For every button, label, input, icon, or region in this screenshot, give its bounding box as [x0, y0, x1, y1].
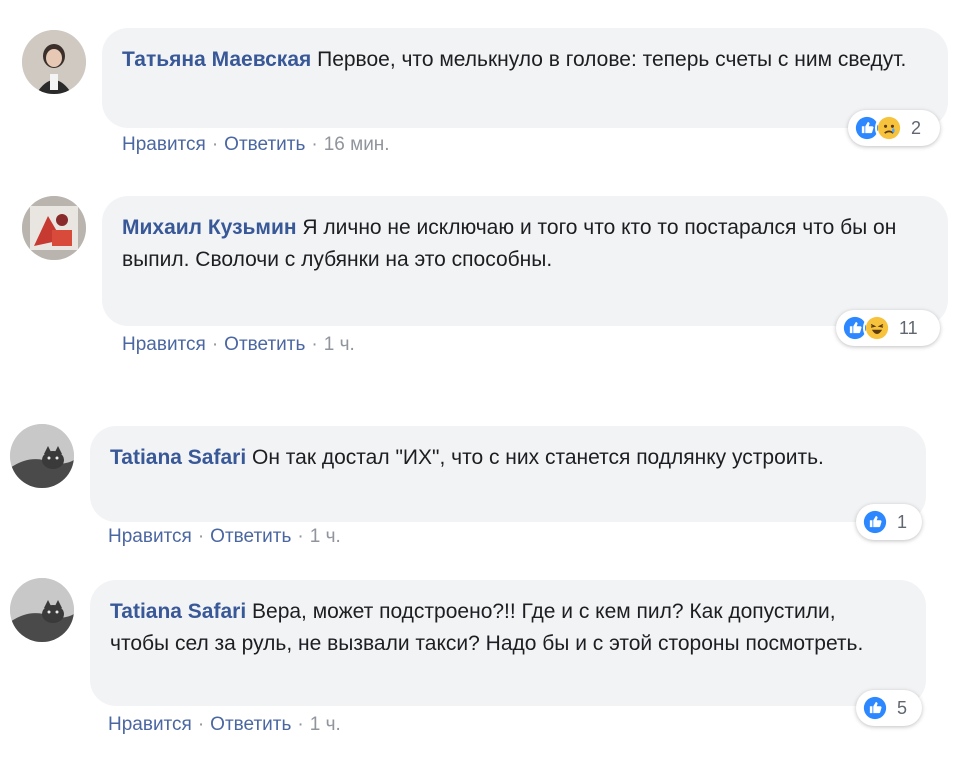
like-link[interactable]: Нравится: [122, 134, 206, 155]
comment-bubble: Tatiana Safari Он так достал "ИХ", что с…: [90, 426, 926, 522]
like-icon: [861, 508, 889, 536]
haha-icon: [863, 314, 891, 342]
comment-author[interactable]: Михаил Кузьмин: [122, 216, 297, 239]
reaction-count: 11: [899, 317, 918, 338]
separator-dot: ·: [297, 526, 304, 547]
comment-timestamp[interactable]: 1 ч.: [324, 334, 355, 355]
separator-dot: ·: [197, 526, 205, 547]
comment-author[interactable]: Tatiana Safari: [110, 446, 246, 469]
comment-actions: Нравится · Ответить · 1 ч.: [108, 714, 341, 736]
comment-timestamp[interactable]: 1 ч.: [310, 714, 341, 735]
reaction-count: 2: [911, 117, 922, 138]
avatar-photo-icon: [22, 196, 86, 260]
avatar[interactable]: [22, 30, 86, 94]
reaction-count: 1: [897, 511, 908, 532]
reply-link[interactable]: Ответить: [210, 714, 291, 735]
like-link[interactable]: Нравится: [108, 526, 192, 547]
reaction-summary[interactable]: 11: [836, 310, 940, 346]
comment-timestamp[interactable]: 1 ч.: [310, 526, 341, 547]
avatar[interactable]: [10, 424, 74, 488]
comment-text: Он так достал "ИХ", что с них станется п…: [252, 446, 824, 469]
reaction-summary[interactable]: 2: [848, 110, 940, 146]
like-link[interactable]: Нравится: [108, 714, 192, 735]
separator-dot: ·: [297, 714, 304, 735]
avatar[interactable]: [22, 196, 86, 260]
comment-author[interactable]: Tatiana Safari: [110, 600, 246, 623]
separator-dot: ·: [311, 334, 318, 355]
avatar-cat-icon: [10, 424, 74, 488]
comment-author[interactable]: Татьяна Маевская: [122, 48, 311, 71]
reply-link[interactable]: Ответить: [224, 134, 305, 155]
separator-dot: ·: [211, 334, 219, 355]
like-icon: [861, 694, 889, 722]
separator-dot: ·: [211, 134, 219, 155]
avatar-photo-icon: [22, 30, 86, 94]
comment-text: Первое, что мелькнуло в голове: теперь с…: [317, 48, 907, 71]
reply-link[interactable]: Ответить: [224, 334, 305, 355]
separator-dot: ·: [197, 714, 205, 735]
comment-timestamp[interactable]: 16 мин.: [324, 134, 390, 155]
comment-actions: Нравится · Ответить · 1 ч.: [108, 526, 341, 548]
comment-actions: Нравится · Ответить · 1 ч.: [122, 334, 355, 356]
sad-icon: [875, 114, 903, 142]
like-link[interactable]: Нравится: [122, 334, 206, 355]
reply-link[interactable]: Ответить: [210, 526, 291, 547]
reaction-summary[interactable]: 1: [856, 504, 922, 540]
comment-actions: Нравится · Ответить · 16 мин.: [122, 134, 390, 156]
reaction-count: 5: [897, 697, 908, 718]
comment-bubble: Михаил Кузьмин Я лично не исключаю и тог…: [102, 196, 948, 326]
comment-bubble: Татьяна Маевская Первое, что мелькнуло в…: [102, 28, 948, 128]
separator-dot: ·: [311, 134, 318, 155]
reaction-summary[interactable]: 5: [856, 690, 922, 726]
avatar-cat-icon: [10, 578, 74, 642]
comment-bubble: Tatiana Safari Вера, может подстроено?!!…: [90, 580, 926, 706]
avatar[interactable]: [10, 578, 74, 642]
